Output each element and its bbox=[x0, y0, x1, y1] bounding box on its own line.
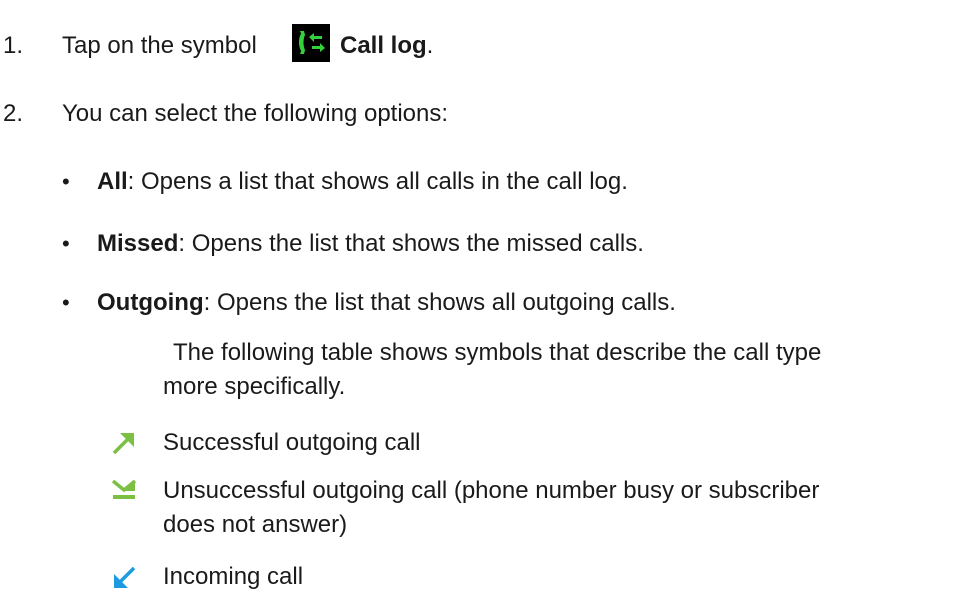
step-number: 2. bbox=[3, 100, 24, 127]
step-number: 1. bbox=[3, 32, 24, 59]
unsuccessful-outgoing-icon bbox=[111, 479, 137, 501]
option-description: : Opens the list that shows the missed c… bbox=[178, 230, 644, 257]
call-type-text: Successful outgoing call bbox=[163, 429, 421, 456]
call-log-icon bbox=[292, 24, 330, 62]
step-1-tail: Call log. bbox=[340, 31, 433, 61]
note-line-2: more specifically. bbox=[163, 373, 346, 400]
step-text: You can select the following options: bbox=[62, 100, 449, 127]
option-description: : Opens the list that shows all outgoing… bbox=[203, 289, 676, 316]
step-text: Tap on the symbol bbox=[62, 32, 257, 59]
step-text-end: . bbox=[426, 32, 434, 59]
option-label: All bbox=[97, 168, 128, 195]
bullet: • bbox=[62, 290, 70, 315]
incoming-arrow-icon bbox=[111, 565, 137, 591]
option-label: Outgoing bbox=[97, 289, 204, 316]
call-log-label: Call log bbox=[340, 32, 427, 59]
call-type-text: Unsuccessful outgoing call (phone number… bbox=[163, 477, 820, 504]
call-type-text: Incoming call bbox=[163, 563, 304, 590]
bullet: • bbox=[62, 169, 70, 194]
successful-outgoing-arrow-icon bbox=[111, 430, 137, 456]
option-description: : Opens a list that shows all calls in t… bbox=[127, 168, 628, 195]
note-line-1: The following table shows symbols that d… bbox=[173, 339, 822, 366]
option-label: Missed bbox=[97, 230, 179, 257]
call-type-text-cont: does not answer) bbox=[163, 511, 348, 538]
bullet: • bbox=[62, 231, 70, 256]
